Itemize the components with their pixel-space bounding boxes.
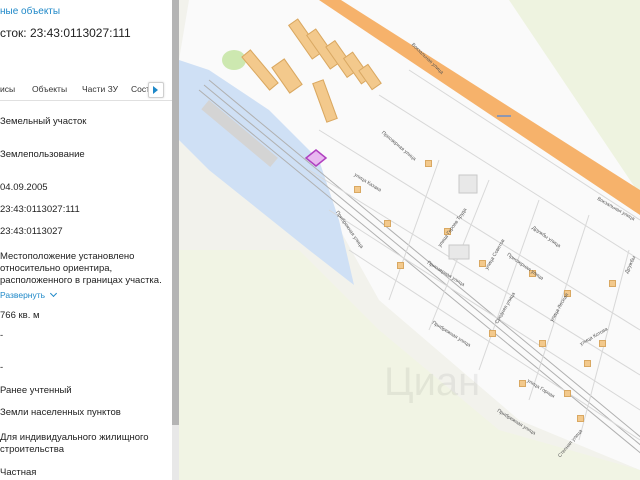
block-building xyxy=(458,174,478,194)
block-building xyxy=(448,244,470,260)
empty-value-1: - xyxy=(0,330,4,341)
object-type: Земельный участок xyxy=(0,116,87,127)
tab-bar: исы Объекты Части ЗУ Соста xyxy=(0,80,172,101)
cadastral-quarter: 23:43:0113027 xyxy=(0,226,63,237)
arrow-right-icon xyxy=(153,86,158,94)
chevron-down-icon xyxy=(50,289,58,298)
location-line-2: относительно ориентира, xyxy=(0,263,113,274)
map-watermark: Циан xyxy=(384,360,480,404)
expand-link[interactable]: Развернуть xyxy=(0,289,58,300)
map-canvas: Циан xyxy=(179,0,640,480)
house xyxy=(384,220,391,227)
house xyxy=(599,340,606,347)
page-title: сток: 23:43:0113027:111 xyxy=(0,26,131,40)
tab-objects[interactable]: Объекты xyxy=(32,84,67,94)
ownership-form: Частная xyxy=(0,467,37,478)
house xyxy=(397,262,404,269)
tab-documents[interactable]: исы xyxy=(0,84,15,94)
house xyxy=(564,390,571,397)
location-line-3: расположенного в границах участка. xyxy=(0,275,162,286)
location-line-1: Местоположение установлено xyxy=(0,251,135,262)
panel-scrollbar[interactable] xyxy=(172,0,179,480)
park-area xyxy=(222,50,246,70)
scrollbar-thumb[interactable] xyxy=(172,0,179,425)
registration-date: 04.09.2005 xyxy=(0,182,48,193)
house xyxy=(489,330,496,337)
status-value: Ранее учтенный xyxy=(0,385,72,396)
house xyxy=(577,415,584,422)
house xyxy=(519,380,526,387)
house xyxy=(609,280,616,287)
cadastral-map[interactable]: Циан Вокзальная улица Вокзальная улица П… xyxy=(179,0,640,480)
permitted-use-line-2: строительства xyxy=(0,444,65,455)
empty-value-2: - xyxy=(0,362,4,373)
tab-parts[interactable]: Части ЗУ xyxy=(82,84,118,94)
info-panel: ные объекты сток: 23:43:0113027:111 исы … xyxy=(0,0,172,480)
cadastral-number: 23:43:0113027:111 xyxy=(0,204,80,215)
tab-scroll-right-button[interactable] xyxy=(148,82,164,98)
house xyxy=(354,186,361,193)
house xyxy=(584,360,591,367)
land-category: Земли населенных пунктов xyxy=(0,407,121,418)
house xyxy=(425,160,432,167)
area-value: 766 кв. м xyxy=(0,310,40,321)
object-category: Землепользование xyxy=(0,149,85,160)
breadcrumb[interactable]: ные объекты xyxy=(0,6,60,17)
house xyxy=(539,340,546,347)
permitted-use-line-1: Для индивидуального жилищного xyxy=(0,432,149,443)
